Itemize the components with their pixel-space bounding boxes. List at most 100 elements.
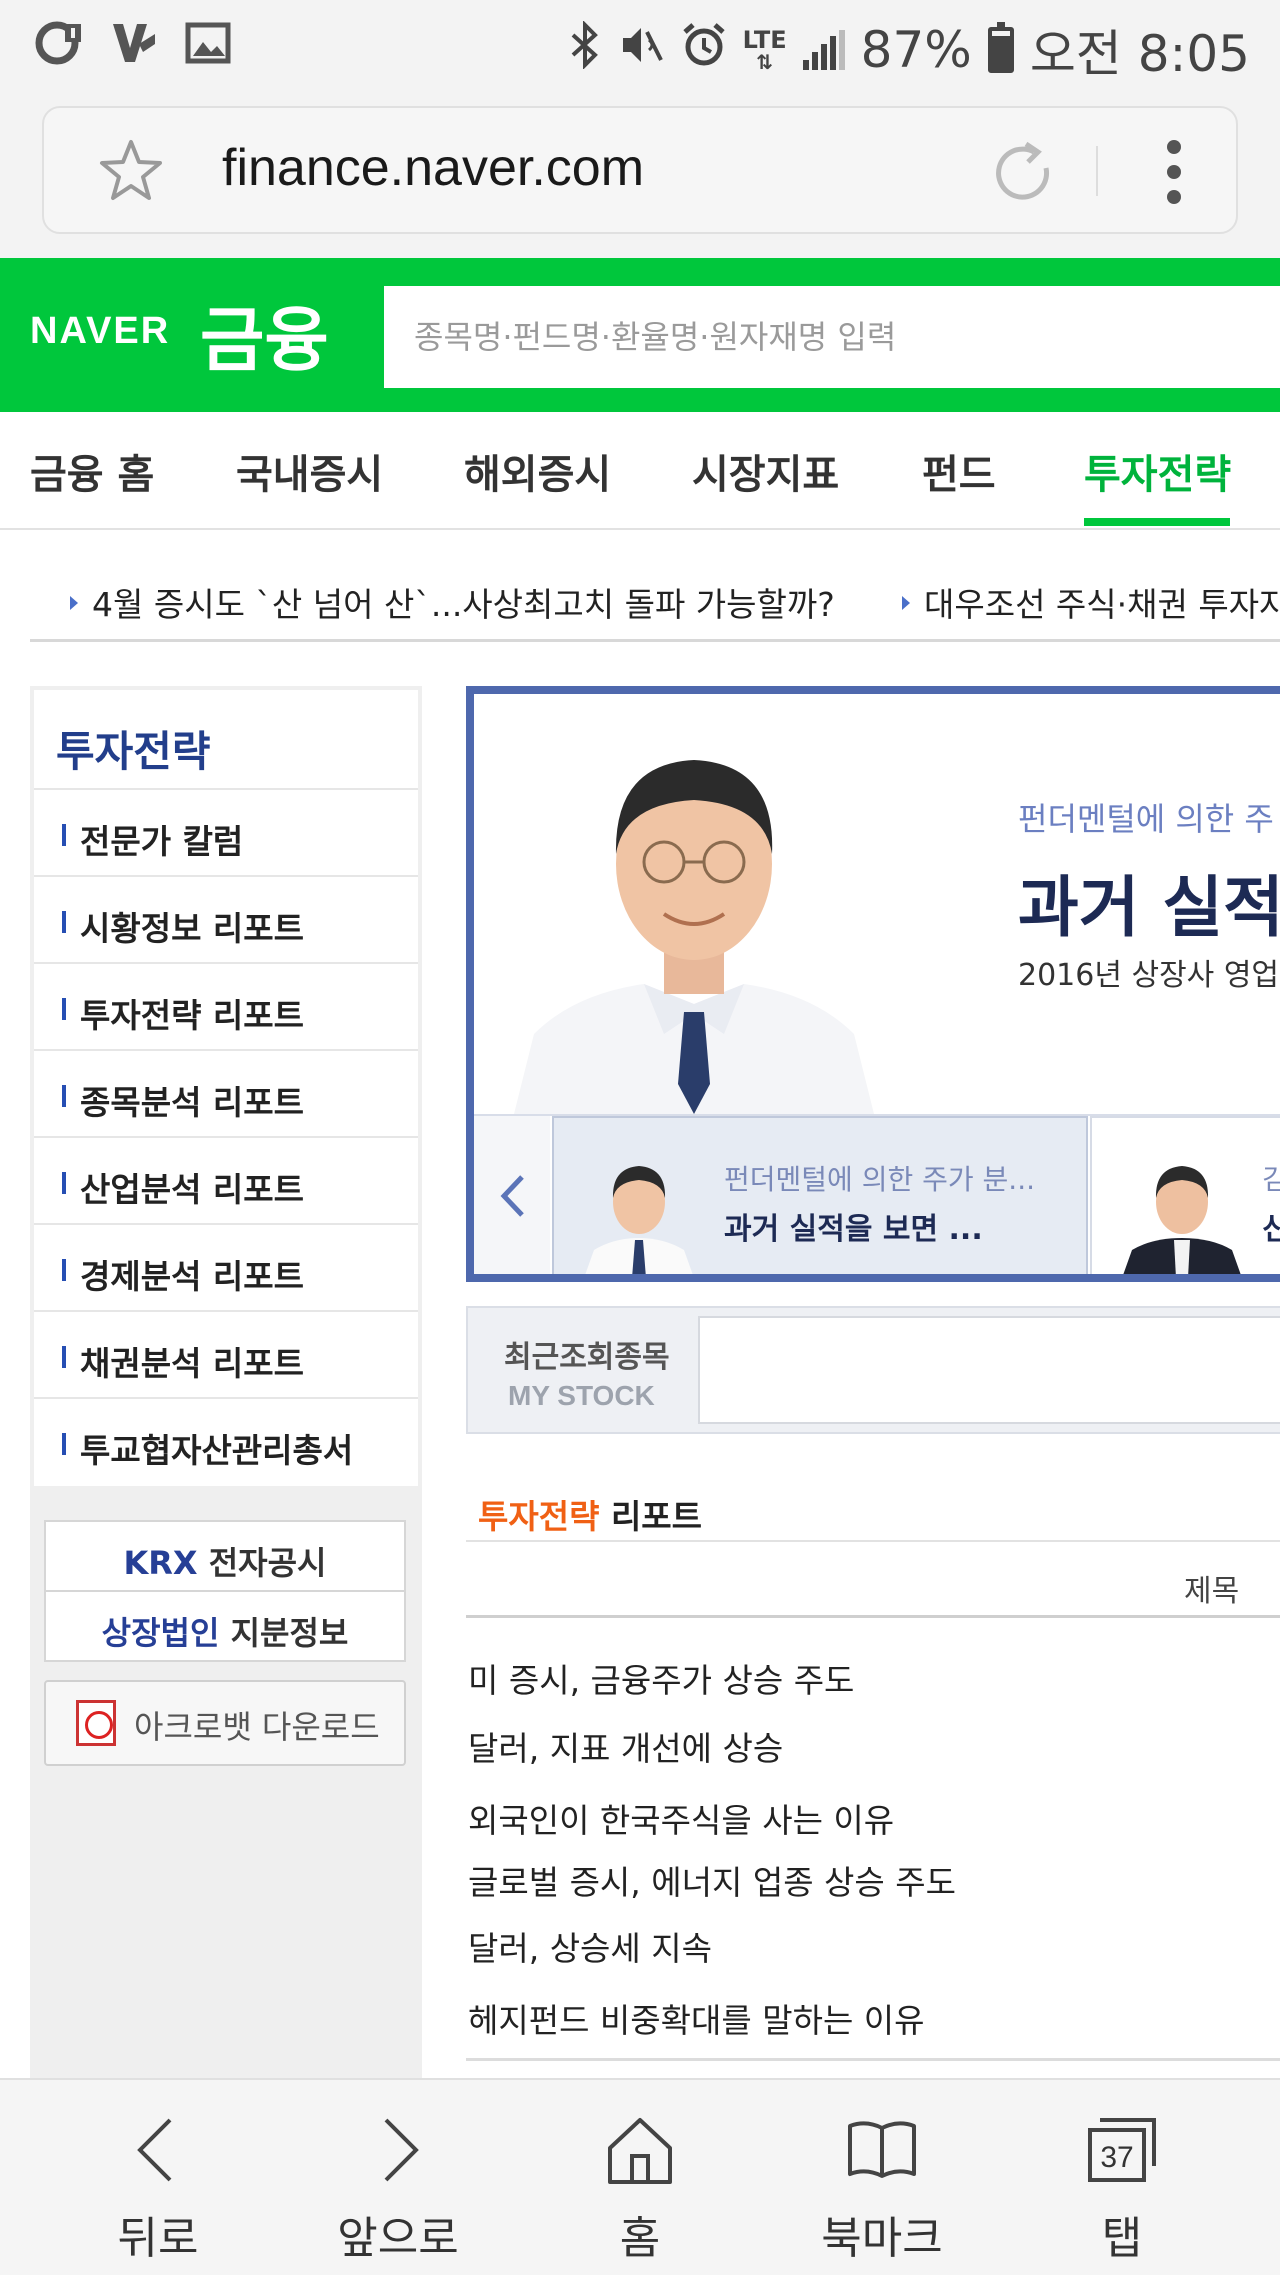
krx-rest-label: 전자공시	[197, 1544, 327, 1582]
report-row[interactable]: 외국인이 한국주식을 사는 이유	[468, 1794, 894, 1842]
sidebar-item-bond-report[interactable]: 채권분석 리포트	[34, 1312, 418, 1399]
sidebar-item-label: 시황정보 리포트	[80, 909, 305, 948]
bullet-bar	[62, 1346, 66, 1368]
column-header-title: 제목	[1184, 1574, 1240, 1609]
home-label: 홈	[619, 2213, 661, 2264]
sidebar-item-market-report[interactable]: 시황정보 리포트	[34, 877, 418, 964]
back-label: 뒤로	[117, 2213, 199, 2264]
status-right-icons: LTE ⇅ 87% 오전 8:05	[567, 14, 1250, 86]
ticker-text[interactable]: 대우조선 주식·채권 투자자	[924, 585, 1280, 624]
v-app-icon	[108, 20, 160, 66]
ticker-item[interactable]: 대우조선 주식·채권 투자자	[902, 578, 1280, 626]
acrobat-label: 아크로뱃 다운로드	[134, 1708, 380, 1746]
clock: 오전 8:05	[1029, 25, 1250, 83]
bookmark-button[interactable]: 북마크	[762, 2080, 1002, 2275]
ticker-text[interactable]: 4월 증시도 `산 넘어 산`...사상최고치 돌파 가능할까?	[92, 585, 835, 624]
sidebar-item-expert-column[interactable]: 전문가 칼럼	[34, 790, 418, 877]
sidebar-title[interactable]: 투자전략	[34, 690, 418, 790]
bullet-bar	[62, 824, 66, 846]
report-row[interactable]: 헤지펀드 비중확대를 말하는 이유	[468, 1994, 925, 2042]
listed-label: 상장법인	[101, 1614, 220, 1652]
krx-disclosure-button[interactable]: KRX 전자공시	[44, 1520, 406, 1592]
star-icon[interactable]	[96, 136, 166, 206]
sidebar-item-stock-report[interactable]: 종목분석 리포트	[34, 1051, 418, 1138]
sidebar-menu: 투자전략 전문가 칼럼 시황정보 리포트 투자전략 리포트 종목분석 리포트 산…	[34, 690, 418, 1486]
bullet-bar	[62, 1259, 66, 1281]
network-label: LTE	[742, 26, 787, 54]
tab-funds[interactable]: 펀드	[922, 442, 996, 500]
tab-domestic-stocks[interactable]: 국내증시	[236, 442, 383, 500]
bullet-bar	[62, 911, 66, 933]
forward-button[interactable]: 앞으로	[278, 2080, 518, 2275]
naver-logo[interactable]: NAVER	[30, 310, 170, 353]
nav-tabs: 금융 홈 국내증시 해외증시 시장지표 펀드 투자전략	[0, 412, 1280, 530]
active-tab-indicator	[1084, 518, 1230, 526]
thumbnail-subtitle: 김	[1262, 1158, 1280, 1198]
back-button[interactable]: 뒤로	[38, 2080, 278, 2275]
report-row[interactable]: 미 증시, 금융주가 상승 주도	[468, 1654, 854, 1702]
sidebar-item-asset-books[interactable]: 투교협자산관리총서	[34, 1399, 418, 1486]
home-button[interactable]: 홈	[520, 2080, 760, 2275]
column-banner[interactable]: 펀더멘털에 의한 주 과거 실적을 2016년 상장사 영업이 펀더멘털에 의한…	[466, 686, 1280, 1282]
reload-icon[interactable]	[990, 138, 1060, 208]
tabs-icon: 37	[1088, 2118, 1156, 2182]
tab-market-indicators[interactable]: 시장지표	[692, 442, 839, 500]
sidebar-item-label: 전문가 칼럼	[80, 822, 244, 861]
acrobat-download-button[interactable]: 아크로뱃 다운로드	[44, 1680, 406, 1766]
menu-icon[interactable]	[1164, 140, 1184, 204]
tab-foreign-stocks[interactable]: 해외증시	[464, 442, 611, 500]
thumbnail-item[interactable]: 김 신	[1090, 1116, 1280, 1274]
thumbnail-item[interactable]: 펀더멘털에 의한 주가 분... 과거 실적을 보면 ...	[552, 1116, 1088, 1274]
battery-percent: 87%	[860, 21, 972, 79]
tab-count: 37	[1100, 2141, 1133, 2174]
thumbnail-photo	[1123, 1166, 1241, 1274]
report-title-highlight: 투자전략	[478, 1497, 600, 1536]
prev-button[interactable]	[474, 1116, 550, 1274]
section-title[interactable]: 금융	[200, 284, 329, 385]
tabs-button[interactable]: 37 탭	[1002, 2080, 1242, 2275]
report-divider	[466, 2058, 1280, 2061]
thumbnail-subtitle: 펀더멘털에 의한 주가 분...	[724, 1163, 1036, 1196]
recent-stocks-list[interactable]	[698, 1316, 1280, 1424]
sidebar-item-strategy-report[interactable]: 투자전략 리포트	[34, 964, 418, 1051]
columnist-photo	[514, 760, 874, 1114]
browser-bottom-nav: 뒤로 앞으로 홈 북마크 37 탭	[0, 2078, 1280, 2275]
listed-company-button[interactable]: 상장법인 지분정보	[44, 1590, 406, 1662]
battery-fill	[991, 35, 1010, 69]
report-row[interactable]: 달러, 지표 개선에 상승	[468, 1722, 783, 1770]
tab-investment-strategy[interactable]: 투자전략	[1084, 442, 1231, 500]
status-bar: LTE ⇅ 87% 오전 8:05	[0, 0, 1280, 90]
pdf-icon	[76, 1700, 116, 1746]
search-input[interactable]	[414, 286, 1254, 388]
bookmark-icon	[848, 2121, 916, 2178]
bluetooth-icon	[567, 19, 603, 80]
chevron-left-icon	[500, 1175, 524, 1217]
battery-icon	[987, 22, 1014, 73]
bullet-bar	[62, 1433, 66, 1455]
tabs-label: 탭	[1101, 2213, 1143, 2264]
back-icon	[137, 2118, 172, 2182]
bookmark-label: 북마크	[821, 2213, 943, 2264]
sidebar-item-economy-report[interactable]: 경제분석 리포트	[34, 1225, 418, 1312]
sidebar-item-label: 채권분석 리포트	[80, 1344, 305, 1383]
url-text[interactable]: finance.naver.com	[222, 138, 644, 198]
forward-label: 앞으로	[337, 2213, 459, 2264]
report-row[interactable]: 글로벌 증시, 에너지 업종 상승 주도	[468, 1856, 956, 1904]
home-icon	[608, 2118, 672, 2184]
sidebar-item-label: 산업분석 리포트	[80, 1170, 305, 1209]
tab-finance-home[interactable]: 금융 홈	[30, 442, 154, 500]
ticker-item[interactable]: 4월 증시도 `산 넘어 산`...사상최고치 돌파 가능할까?	[70, 578, 835, 626]
report-row[interactable]: 달러, 상승세 지속	[468, 1922, 712, 1970]
address-divider	[1096, 146, 1098, 196]
my-stock-label: MY STOCK	[508, 1380, 655, 1411]
browser-toolbar: finance.naver.com	[0, 90, 1280, 258]
gallery-icon	[182, 20, 234, 66]
banner-title: 과거 실적을	[1018, 869, 1280, 946]
search-box[interactable]	[384, 286, 1280, 388]
address-bar[interactable]: finance.naver.com	[42, 106, 1238, 234]
thumbnail-photo	[585, 1166, 693, 1274]
recent-stocks-label: 최근조회종목	[504, 1340, 670, 1375]
report-table-header: 제목	[466, 1540, 1280, 1618]
sidebar-item-label: 투교협자산관리총서	[80, 1431, 354, 1470]
sidebar-item-industry-report[interactable]: 산업분석 리포트	[34, 1138, 418, 1225]
